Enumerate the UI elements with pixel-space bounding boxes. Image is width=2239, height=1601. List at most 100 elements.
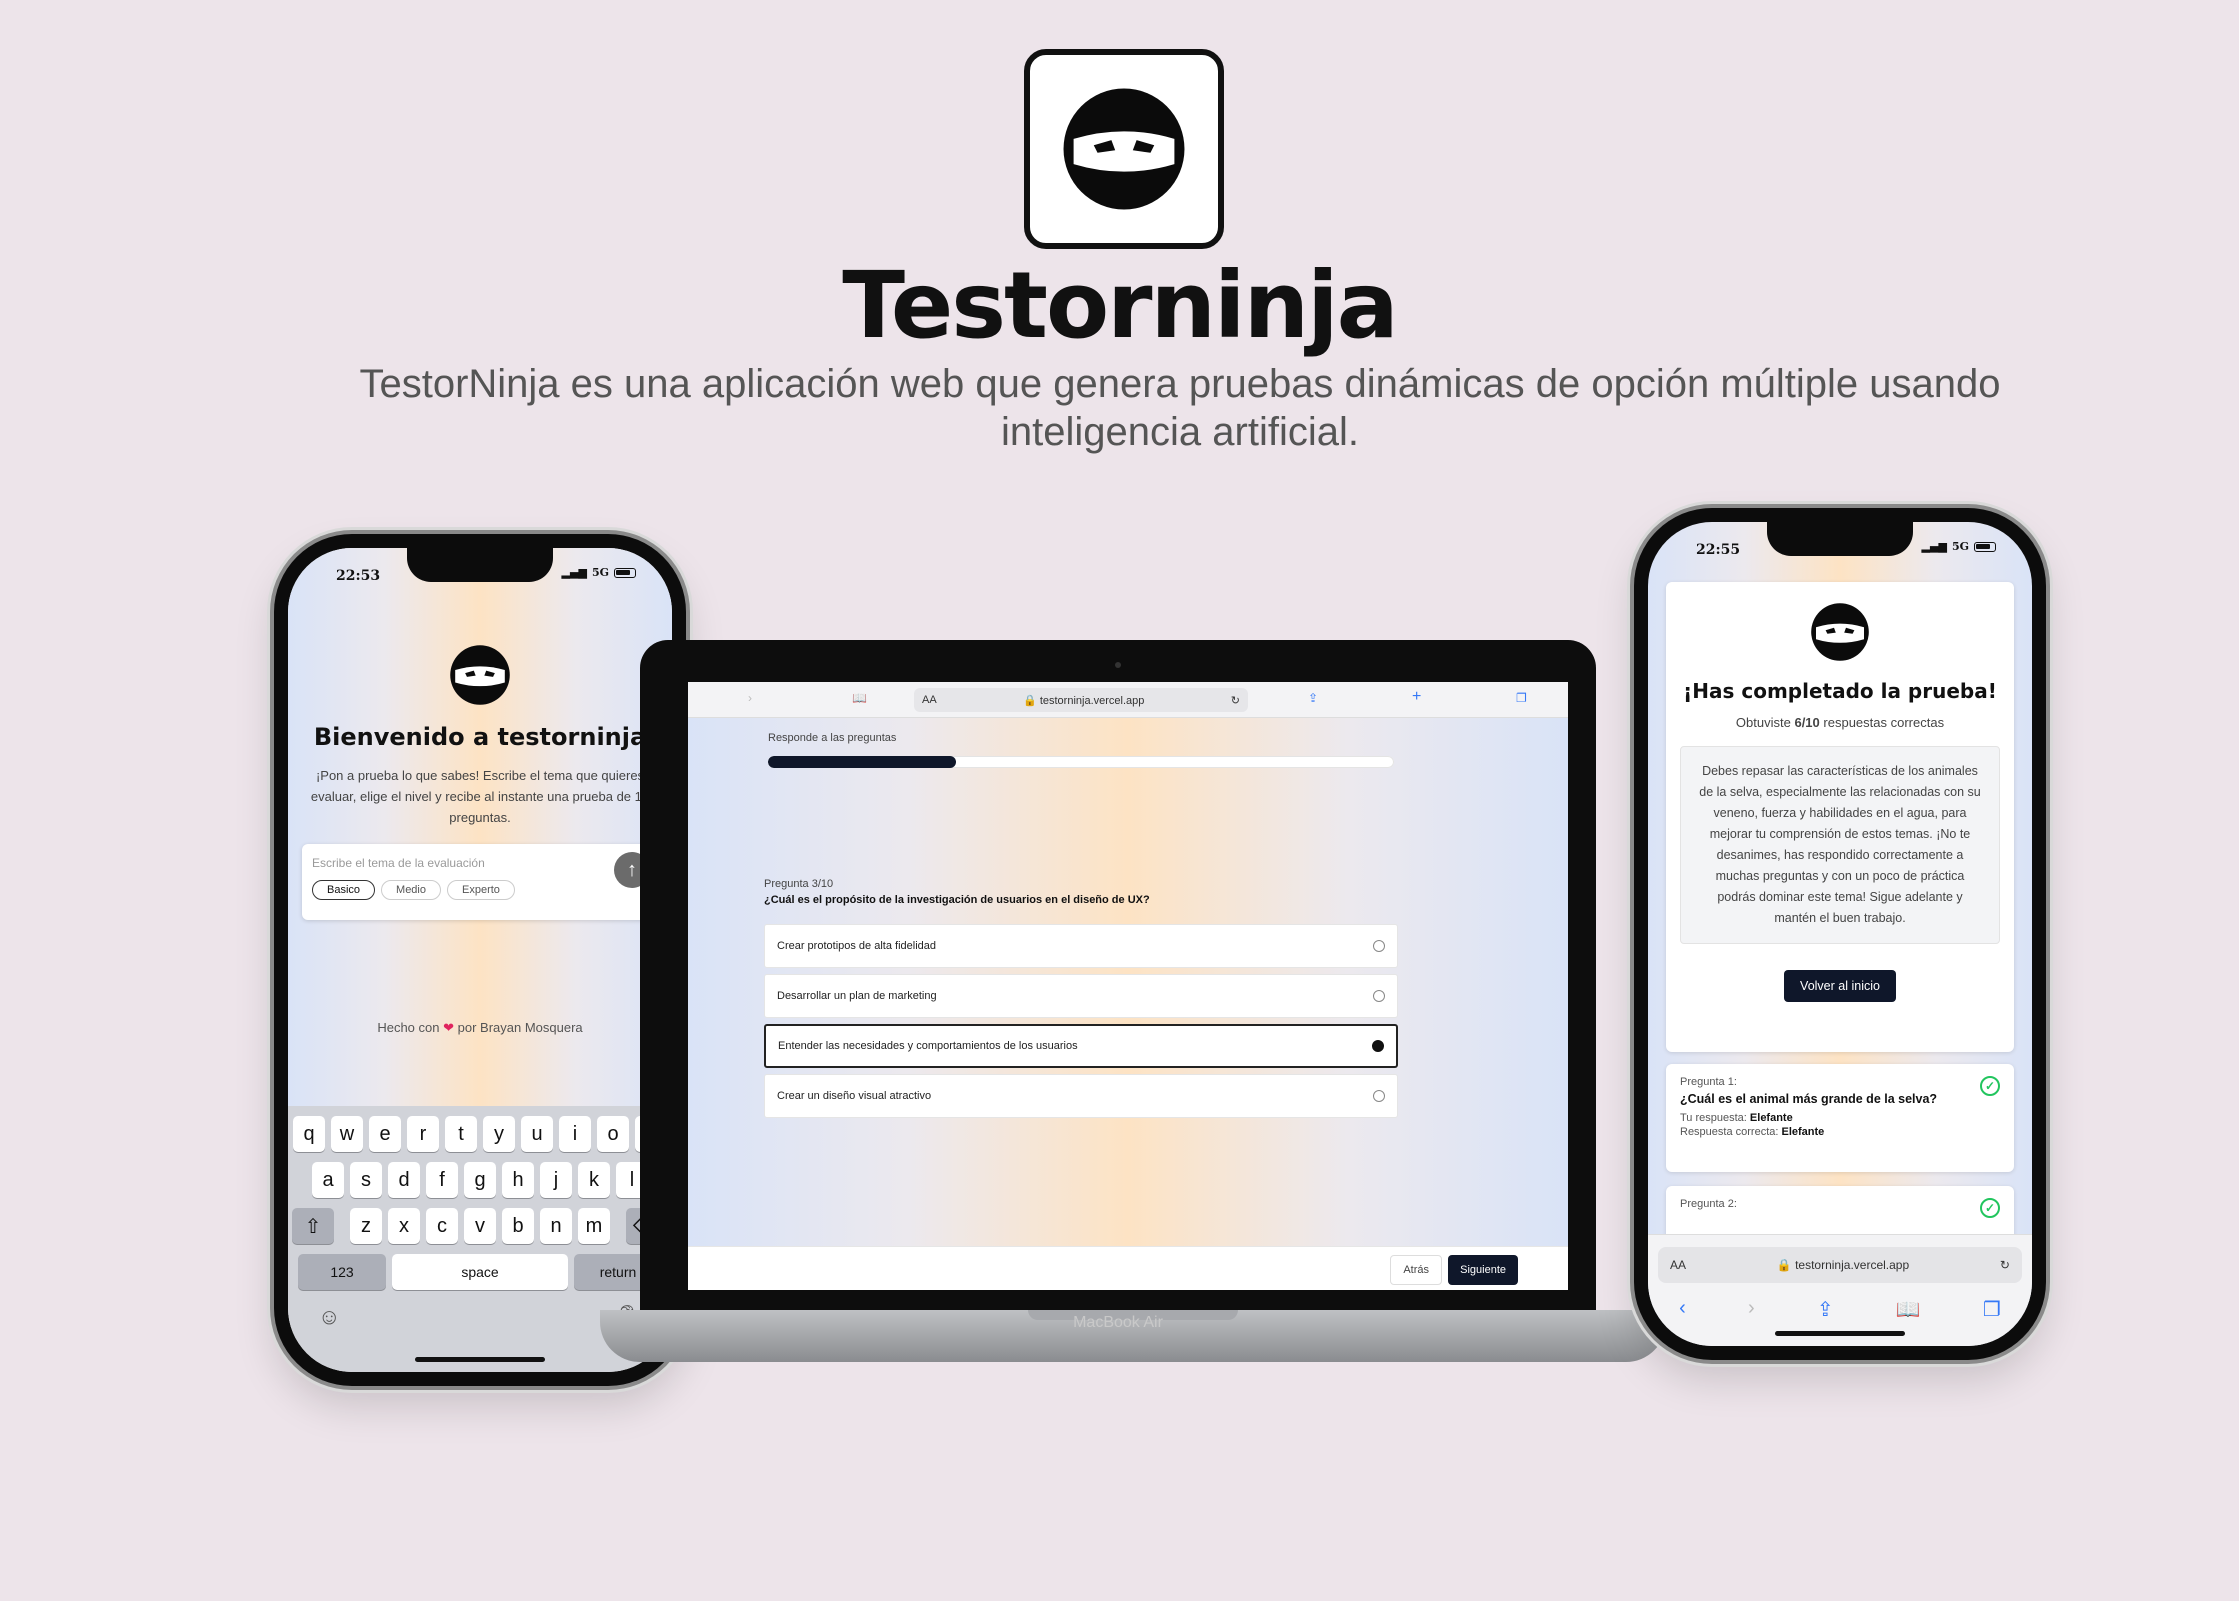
reload-icon[interactable]: ↻ [2000, 1258, 2010, 1272]
option-label: Crear prototipos de alta fidelidad [777, 940, 936, 952]
back-icon[interactable]: ‹ [1679, 1297, 1686, 1322]
reader-aa-button[interactable]: AA [922, 694, 937, 706]
bookmarks-icon[interactable]: 📖 [1896, 1297, 1921, 1322]
laptop-screen: › 📖 AA 🔒 testorninja.vercel.app ↻ ⇪ + ❐ … [688, 682, 1568, 1290]
keyboard-row-1: qwertyuiop [288, 1116, 672, 1152]
space-key[interactable]: space [392, 1254, 568, 1290]
score-text: Obtuviste 6/10 respuestas correctas [1666, 715, 2014, 730]
safari-nav: ‹ › ⇪ 📖 ❐ [1648, 1297, 2032, 1322]
answer-option[interactable]: Desarrollar un plan de marketing [764, 974, 1398, 1018]
phone-notch [1767, 522, 1913, 556]
tabs-icon[interactable]: ❐ [1983, 1297, 2001, 1322]
share-icon[interactable]: ⇪ [1817, 1297, 1834, 1322]
topic-input-card: Escribe el tema de la evaluación ↑ Basic… [302, 844, 658, 920]
home-indicator [415, 1357, 545, 1362]
address-bar[interactable]: AA 🔒 testorninja.vercel.app ↻ [914, 688, 1248, 712]
level-basico[interactable]: Basico [312, 880, 376, 900]
results-card: ¡Has completado la prueba! Obtuviste 6/1… [1666, 582, 2014, 1052]
key-q[interactable]: q [293, 1116, 325, 1152]
shift-key[interactable]: ⇧ [292, 1208, 334, 1244]
result-question-number: Pregunta 2: [1680, 1198, 1737, 1210]
app-logo [1024, 49, 1224, 249]
reader-aa-button[interactable]: AA [1670, 1258, 1686, 1272]
footer-author: por Brayan Mosquera [457, 1020, 583, 1035]
status-time: 22:55 [1696, 542, 1741, 558]
numbers-key[interactable]: 123 [298, 1254, 386, 1290]
reload-icon[interactable]: ↻ [1231, 694, 1240, 707]
page-description: TestorNinja es una aplicación web que ge… [359, 362, 2001, 454]
key-z[interactable]: z [350, 1208, 382, 1244]
lock-icon: 🔒 [1023, 694, 1037, 707]
tabs-icon[interactable]: ❐ [1516, 691, 1527, 705]
key-c[interactable]: c [426, 1208, 458, 1244]
welcome-description: ¡Pon a prueba lo que sabes! Escribe el t… [310, 768, 650, 825]
key-o[interactable]: o [597, 1116, 629, 1152]
key-x[interactable]: x [388, 1208, 420, 1244]
radio-button[interactable] [1373, 1090, 1385, 1102]
key-h[interactable]: h [502, 1162, 534, 1198]
battery-icon [614, 567, 636, 578]
answer-options: Crear prototipos de alta fidelidad Desar… [764, 924, 1398, 1124]
home-indicator [1775, 1331, 1905, 1336]
score-value: 6/10 [1794, 715, 1820, 730]
key-r[interactable]: r [407, 1116, 439, 1152]
key-u[interactable]: u [521, 1116, 553, 1152]
status-time: 22:53 [336, 568, 381, 584]
key-w[interactable]: w [331, 1116, 363, 1152]
ninja-avatar-icon [1811, 603, 1869, 661]
answer-option-selected[interactable]: Entender las necesidades y comportamient… [764, 1024, 1398, 1068]
radio-button[interactable] [1373, 990, 1385, 1002]
key-f[interactable]: f [426, 1162, 458, 1198]
keyboard-row-2: asdfghjkl [288, 1162, 672, 1198]
key-s[interactable]: s [350, 1162, 382, 1198]
quiz-area: Responde a las preguntas Pregunta 3/10 ¿… [688, 718, 1568, 1246]
forward-icon[interactable]: › [748, 691, 752, 705]
page-title: Testorninja [842, 252, 1398, 359]
key-g[interactable]: g [464, 1162, 496, 1198]
back-button[interactable]: Atrás [1390, 1255, 1442, 1285]
key-d[interactable]: d [388, 1162, 420, 1198]
question-text: ¿Cuál es el propósito de la investigació… [764, 894, 1150, 906]
ninja-logo-icon [1063, 88, 1185, 210]
correct-answer: Respuesta correcta: Elefante [1680, 1126, 1825, 1138]
key-j[interactable]: j [540, 1162, 572, 1198]
footer-prefix: Hecho con [377, 1020, 440, 1035]
keyboard-row-4: 123 space return [288, 1254, 672, 1290]
level-medio[interactable]: Medio [381, 880, 441, 900]
emoji-icon[interactable]: ☺ [318, 1304, 340, 1330]
key-t[interactable]: t [445, 1116, 477, 1152]
score-prefix: Obtuviste [1735, 715, 1791, 730]
question-number: Pregunta 3/10 [764, 878, 834, 890]
key-v[interactable]: v [464, 1208, 496, 1244]
left-phone-mockup: 22:53 ▂▄▆ 5G Bienvenido a testorninja ¡P… [274, 534, 686, 1386]
back-to-home-button[interactable]: Volver al inicio [1784, 970, 1896, 1002]
next-button[interactable]: Siguiente [1448, 1255, 1518, 1285]
new-tab-icon[interactable]: + [1412, 688, 1421, 706]
answer-option[interactable]: Crear un diseño visual atractivo [764, 1074, 1398, 1118]
option-label: Crear un diseño visual atractivo [777, 1090, 932, 1102]
topic-input[interactable]: Escribe el tema de la evaluación [312, 856, 648, 870]
check-icon: ✓ [1980, 1198, 2000, 1218]
key-e[interactable]: e [369, 1116, 401, 1152]
level-experto[interactable]: Experto [447, 880, 515, 900]
key-b[interactable]: b [502, 1208, 534, 1244]
radio-button[interactable] [1373, 940, 1385, 952]
address-bar[interactable]: AA 🔒 testorninja.vercel.app ↻ [1658, 1247, 2022, 1283]
radio-button-selected[interactable] [1372, 1040, 1384, 1052]
arrow-up-icon: ↑ [627, 858, 637, 881]
safari-bottom-bar: AA 🔒 testorninja.vercel.app ↻ ‹ › ⇪ 📖 ❐ [1648, 1234, 2032, 1346]
forward-icon[interactable]: › [1748, 1297, 1755, 1322]
key-n[interactable]: n [540, 1208, 572, 1244]
answer-option[interactable]: Crear prototipos de alta fidelidad [764, 924, 1398, 968]
key-a[interactable]: a [312, 1162, 344, 1198]
url-text: testorninja.vercel.app [1039, 694, 1145, 707]
key-y[interactable]: y [483, 1116, 515, 1152]
result-question-number: Pregunta 1: [1680, 1076, 1737, 1088]
bookmarks-icon[interactable]: 📖 [852, 691, 867, 705]
signal-icon: ▂▄▆ [561, 566, 587, 579]
welcome-content: Bienvenido a testorninja ¡Pon a prueba l… [288, 644, 672, 1174]
share-icon[interactable]: ⇪ [1308, 691, 1318, 705]
key-k[interactable]: k [578, 1162, 610, 1198]
key-m[interactable]: m [578, 1208, 610, 1244]
key-i[interactable]: i [559, 1116, 591, 1152]
